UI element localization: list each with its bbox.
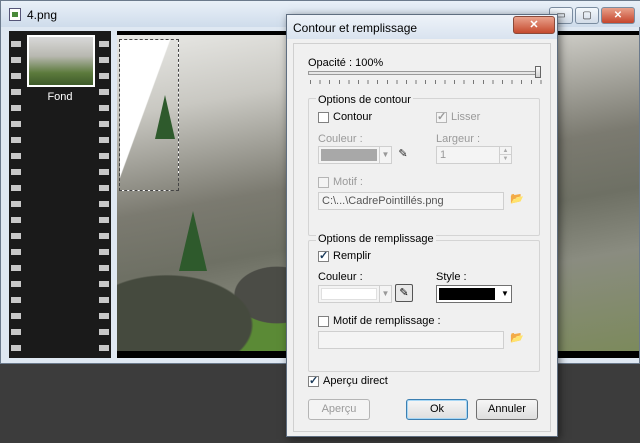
fill-color-swatch (321, 288, 377, 300)
dialog-close-button[interactable]: ✕ (513, 16, 555, 34)
chevron-down-icon: ▼ (379, 147, 391, 163)
dialog-body: Opacité : 100% Options de contour Contou… (293, 43, 551, 432)
stroke-group-title: Options de contour (316, 94, 413, 106)
live-preview-checkbox[interactable] (308, 374, 319, 387)
opacity-label: Opacité : 100% (308, 57, 384, 69)
fill-color-label: Couleur : (318, 271, 363, 283)
folder-icon[interactable]: 📂 (509, 192, 525, 205)
stroke-color-picker[interactable]: ▼ (318, 146, 392, 164)
fill-style-picker[interactable]: ▼ (436, 285, 512, 303)
fill-style-swatch (439, 288, 495, 300)
tree-shape (179, 211, 207, 271)
film-holes-right (99, 35, 109, 353)
contour-fill-dialog: Contour et remplissage ✕ Opacité : 100% … (286, 14, 558, 437)
stroke-pattern-checkbox[interactable] (318, 177, 329, 188)
ok-button[interactable]: Ok (406, 399, 468, 420)
dialog-titlebar[interactable]: Contour et remplissage ✕ (287, 15, 557, 39)
smooth-checkbox[interactable] (436, 110, 447, 123)
maximize-icon: ▢ (582, 10, 592, 21)
stroke-pattern-value: C:\...\CadrePointillés.png (322, 195, 444, 207)
fill-label: Remplir (333, 250, 371, 262)
stroke-color-label: Couleur : (318, 133, 363, 145)
close-icon: ✕ (529, 19, 539, 31)
fill-pattern-label: Motif de remplissage : (333, 315, 441, 327)
window-close-button[interactable]: ✕ (601, 7, 635, 24)
spin-up-icon[interactable]: ▲ (499, 147, 511, 155)
opacity-slider-ticks (310, 80, 542, 84)
close-icon: ✕ (613, 10, 623, 21)
fill-group-title: Options de remplissage (316, 233, 436, 245)
cancel-button[interactable]: Annuler (476, 399, 538, 420)
fill-pattern-path[interactable] (318, 331, 504, 349)
spin-down-icon[interactable]: ▼ (499, 155, 511, 163)
chevron-down-icon: ▼ (501, 289, 509, 298)
dialog-title: Contour et remplissage (293, 21, 418, 35)
opacity-slider-thumb[interactable] (535, 66, 541, 78)
image-window-title: 4.png (27, 8, 58, 22)
layer-label: Fond (47, 91, 73, 103)
smooth-label: Lisser (451, 111, 481, 123)
fill-style-label: Style : (436, 271, 467, 283)
contour-label: Contour (333, 111, 373, 123)
fill-pattern-checkbox[interactable] (318, 316, 329, 327)
eyedropper-icon[interactable]: ✎ (396, 147, 410, 160)
layer-filmstrip: Fond (9, 31, 111, 358)
selection-shape[interactable] (119, 39, 179, 191)
eyedropper-icon[interactable]: ✎ (395, 284, 413, 302)
layer-thumbnail[interactable] (27, 35, 95, 87)
preview-button[interactable]: Aperçu (308, 399, 370, 420)
stroke-width-value: 1 (440, 149, 447, 161)
fill-checkbox[interactable] (318, 249, 329, 262)
image-file-icon (9, 8, 21, 21)
contour-checkbox[interactable] (318, 112, 329, 123)
stroke-width-input[interactable]: 1 ▲ ▼ (436, 146, 512, 164)
opacity-slider[interactable] (308, 71, 541, 75)
stroke-width-label: Largeur : (436, 133, 481, 145)
stroke-pattern-label: Motif : (333, 176, 363, 188)
fill-color-picker[interactable]: ▼ (318, 285, 392, 303)
stroke-color-swatch (321, 149, 377, 161)
maximize-button[interactable]: ▢ (575, 7, 599, 24)
folder-icon[interactable]: 📂 (509, 331, 525, 344)
stroke-pattern-path[interactable]: C:\...\CadrePointillés.png (318, 192, 504, 210)
live-preview-label: Aperçu direct (323, 375, 388, 387)
film-holes-left (11, 35, 21, 353)
chevron-down-icon: ▼ (379, 286, 391, 302)
